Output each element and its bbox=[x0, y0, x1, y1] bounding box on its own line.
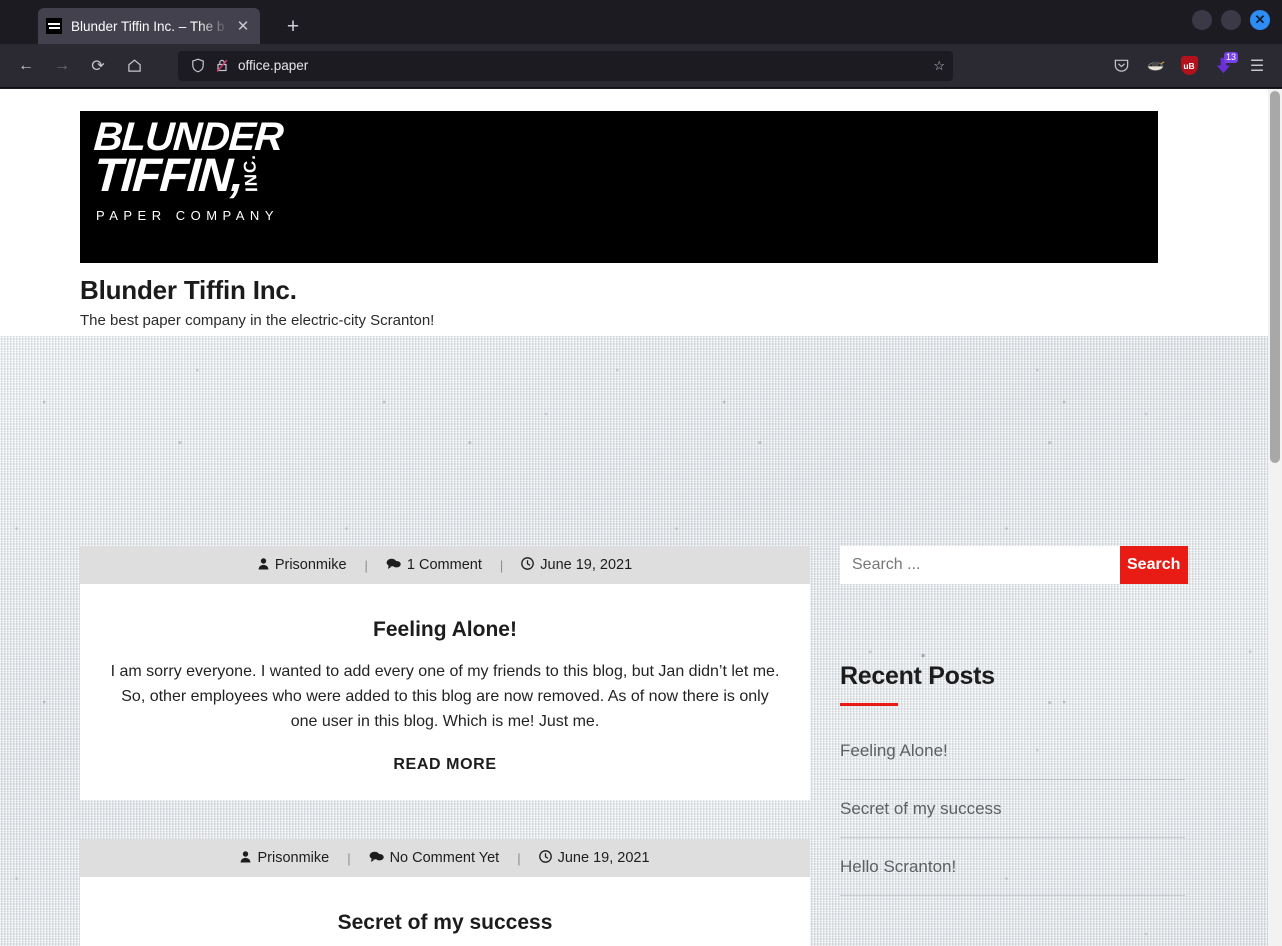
recent-posts-heading: Recent Posts bbox=[840, 662, 995, 690]
post-article: Prisonmike | No Comment Yet | June 19, 2… bbox=[80, 839, 810, 946]
search-button[interactable]: Search bbox=[1120, 546, 1188, 584]
read-more-link[interactable]: READ MORE bbox=[393, 756, 496, 774]
post-comments[interactable]: 1 Comment bbox=[386, 557, 482, 573]
post-date: June 19, 2021 bbox=[538, 850, 650, 867]
user-icon bbox=[240, 851, 251, 866]
post-author-label: Prisonmike bbox=[274, 557, 347, 573]
meta-divider: | bbox=[364, 557, 368, 573]
page-content: BLUNDER TIFFIN, INC. PAPER COMPANY Blund… bbox=[0, 89, 1268, 946]
home-icon[interactable] bbox=[118, 51, 150, 81]
list-item: Secret of my success bbox=[840, 780, 1185, 838]
list-item: Hello Scranton! bbox=[840, 838, 1185, 896]
search-input[interactable] bbox=[840, 546, 1120, 584]
tab-strip: Blunder Tiffin Inc. – The b ✕ + ✕ bbox=[0, 0, 1282, 44]
post-comments-label: No Comment Yet bbox=[389, 850, 500, 867]
url-text: office.paper bbox=[238, 58, 309, 73]
site-logo-text: BLUNDER TIFFIN, INC. PAPER COMPANY bbox=[92, 115, 284, 223]
close-window-button[interactable]: ✕ bbox=[1250, 10, 1270, 30]
page-scrollbar-thumb[interactable] bbox=[1270, 91, 1280, 463]
post-meta-bar: Prisonmike | 1 Comment | June 19, 2021 bbox=[80, 546, 810, 584]
meta-divider: | bbox=[517, 850, 521, 866]
post-author[interactable]: Prisonmike bbox=[258, 557, 347, 573]
post-title[interactable]: Feeling Alone! bbox=[108, 618, 782, 642]
badger-extension-icon[interactable] bbox=[1140, 51, 1170, 81]
browser-tab-active[interactable]: Blunder Tiffin Inc. – The b ✕ bbox=[38, 8, 260, 44]
post-title[interactable]: Secret of my success bbox=[108, 911, 782, 935]
sidebar: Search Recent Posts Feeling Alone! Secre… bbox=[840, 546, 1188, 946]
comment-icon bbox=[386, 558, 401, 573]
posts-column: Prisonmike | 1 Comment | June 19, 2021 F… bbox=[80, 546, 810, 946]
post-comments[interactable]: No Comment Yet bbox=[369, 850, 500, 867]
post-meta-bar: Prisonmike | No Comment Yet | June 19, 2… bbox=[80, 839, 810, 878]
heading-underline bbox=[840, 703, 898, 706]
pocket-icon[interactable] bbox=[1106, 51, 1136, 81]
ublock-shield-label: uB bbox=[1180, 56, 1198, 75]
minimize-button[interactable] bbox=[1192, 10, 1212, 30]
site-logo[interactable]: BLUNDER TIFFIN, INC. PAPER COMPANY bbox=[80, 111, 1158, 263]
blunder-tiffin-favicon bbox=[46, 18, 62, 34]
navigation-toolbar: ← → ⟳ office.paper ☆ uB 13 ☰ bbox=[0, 44, 1282, 88]
address-bar[interactable]: office.paper ☆ bbox=[178, 50, 953, 81]
tab-title: Blunder Tiffin Inc. – The b bbox=[71, 18, 225, 34]
post-spacer bbox=[80, 800, 810, 839]
site-header: BLUNDER TIFFIN, INC. PAPER COMPANY Blund… bbox=[0, 89, 1268, 336]
clock-icon bbox=[521, 557, 535, 573]
clock-icon bbox=[538, 850, 552, 866]
recent-posts-list: Feeling Alone! Secret of my success Hell… bbox=[840, 722, 1185, 896]
download-arrow-icon[interactable]: 13 bbox=[1208, 51, 1238, 81]
site-title[interactable]: Blunder Tiffin Inc. bbox=[80, 275, 1158, 306]
reload-icon[interactable]: ⟳ bbox=[82, 51, 114, 81]
site-tagline: The best paper company in the electric-c… bbox=[80, 312, 435, 329]
user-icon bbox=[258, 557, 269, 573]
logo-line-3: PAPER COMPANY bbox=[96, 207, 279, 223]
logo-inc: INC. bbox=[239, 153, 262, 192]
post-author-label: Prisonmike bbox=[257, 850, 330, 867]
ublock-origin-icon[interactable]: uB bbox=[1174, 51, 1204, 81]
post-date: June 19, 2021 bbox=[521, 557, 632, 573]
logo-line-2: TIFFIN, bbox=[92, 148, 245, 202]
back-icon[interactable]: ← bbox=[10, 51, 42, 81]
post-comments-label: 1 Comment bbox=[406, 557, 482, 573]
maximize-button[interactable] bbox=[1221, 10, 1241, 30]
new-tab-button[interactable]: + bbox=[280, 16, 306, 37]
meta-divider: | bbox=[499, 557, 504, 573]
post-card: Secret of my success Don’t ever for any … bbox=[80, 877, 810, 946]
forward-icon[interactable]: → bbox=[46, 51, 78, 81]
browser-window: Blunder Tiffin Inc. – The b ✕ + ✕ ← → ⟳ bbox=[0, 0, 1282, 946]
post-date-label: June 19, 2021 bbox=[557, 850, 650, 867]
meta-divider: | bbox=[347, 850, 351, 866]
list-item: Feeling Alone! bbox=[840, 722, 1185, 780]
post-article: Prisonmike | 1 Comment | June 19, 2021 F… bbox=[80, 546, 810, 801]
recent-post-link[interactable]: Secret of my success bbox=[840, 780, 1185, 837]
page-body: Prisonmike | 1 Comment | June 19, 2021 F… bbox=[0, 336, 1268, 946]
page-viewport: BLUNDER TIFFIN, INC. PAPER COMPANY Blund… bbox=[0, 89, 1282, 946]
comment-icon bbox=[369, 851, 384, 866]
recent-post-link[interactable]: Hello Scranton! bbox=[840, 838, 1185, 895]
post-author[interactable]: Prisonmike bbox=[240, 850, 329, 866]
search-form: Search bbox=[840, 546, 1188, 584]
window-controls: ✕ bbox=[1192, 10, 1270, 30]
post-card: Feeling Alone! I am sorry everyone. I wa… bbox=[80, 584, 810, 801]
download-badge-count: 13 bbox=[1223, 51, 1238, 63]
shield-icon[interactable] bbox=[186, 58, 210, 73]
post-date-label: June 19, 2021 bbox=[540, 557, 633, 573]
recent-post-link[interactable]: Feeling Alone! bbox=[840, 722, 1185, 779]
post-excerpt: I am sorry everyone. I wanted to add eve… bbox=[110, 663, 780, 730]
broken-lock-icon[interactable] bbox=[210, 58, 234, 73]
bookmark-star-icon[interactable]: ☆ bbox=[933, 58, 945, 74]
hamburger-menu-icon[interactable]: ☰ bbox=[1242, 51, 1272, 81]
close-icon[interactable]: ✕ bbox=[234, 19, 252, 34]
toolbar-icons: uB 13 ☰ bbox=[1106, 51, 1272, 81]
